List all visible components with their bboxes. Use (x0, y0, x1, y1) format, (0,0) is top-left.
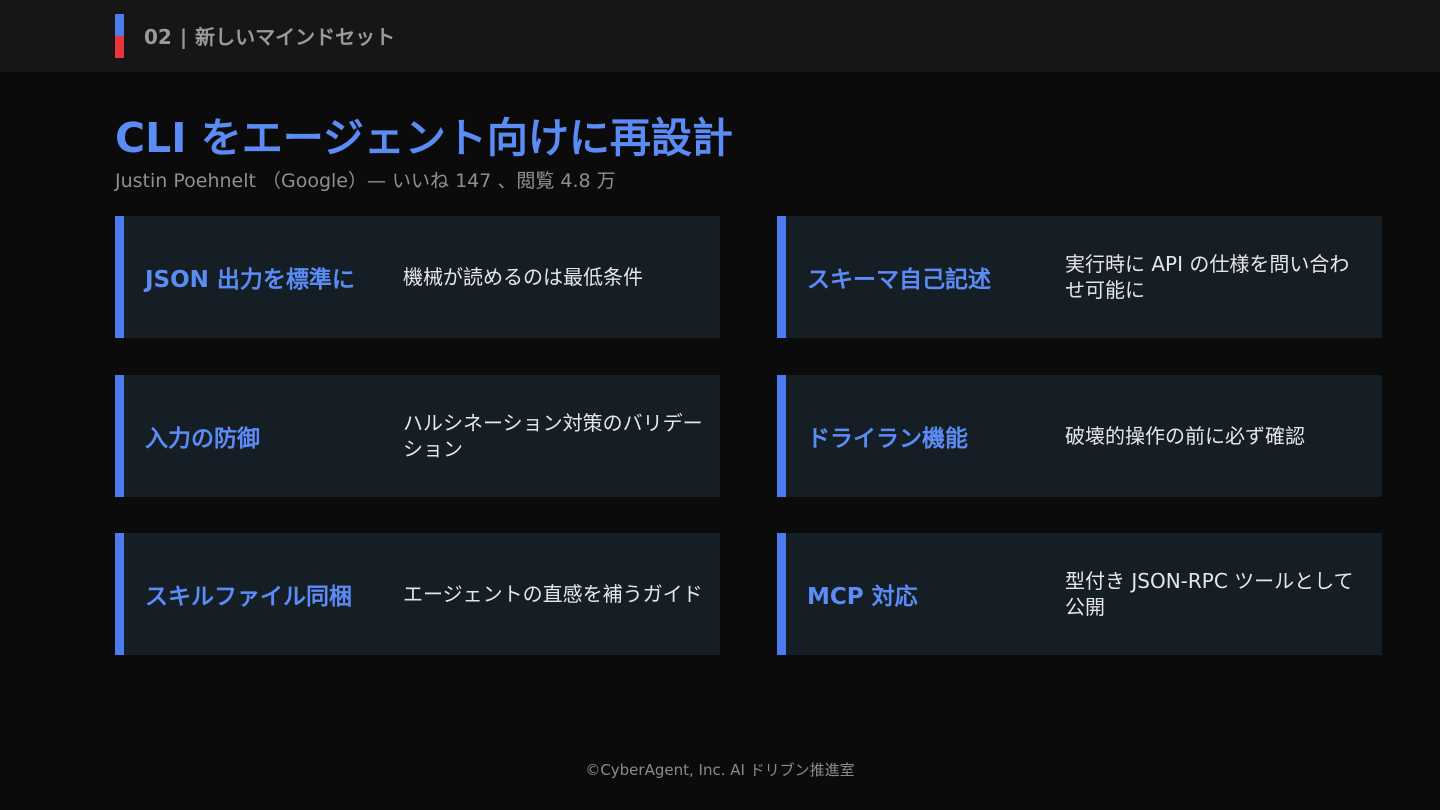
section-separator: | (179, 25, 188, 49)
section-marker-blue (115, 14, 124, 36)
card-accent-bar (115, 375, 124, 497)
card-accent-bar (777, 375, 786, 497)
card-input-defense: 入力の防御 ハルシネーション対策のバリデーション (115, 375, 720, 497)
card-accent-bar (777, 216, 786, 338)
footer-copyright: ©CyberAgent, Inc. AI ドリブン推進室 (585, 761, 855, 779)
section-title: 新しいマインドセット (195, 25, 396, 49)
card-description: ハルシネーション対策のバリデーション (403, 411, 703, 461)
card-skill-file: スキルファイル同梱 エージェントの直感を補うガイド (115, 533, 720, 655)
slide: 02 | 新しいマインドセット CLI をエージェント向けに再設計 Justin P… (0, 0, 1440, 810)
card-accent-bar (115, 216, 124, 338)
section-marker (115, 14, 124, 58)
page-title: CLI をエージェント向けに再設計 (115, 114, 733, 162)
card-dry-run: ドライラン機能 破壊的操作の前に必ず確認 (777, 375, 1382, 497)
header-bar: 02 | 新しいマインドセット (0, 0, 1440, 72)
card-accent-bar (777, 533, 786, 655)
page-subtitle: Justin Poehnelt （Google）— いいね 147 、閲覧 4.… (115, 170, 616, 192)
card-heading: JSON 出力を標準に (145, 267, 355, 293)
card-accent-bar (115, 533, 124, 655)
card-description: 破壊的操作の前に必ず確認 (1065, 424, 1305, 448)
card-heading: 入力の防御 (145, 426, 260, 452)
card-description: 機械が読めるのは最低条件 (403, 265, 643, 289)
section-number: 02 (144, 25, 172, 49)
card-description: 実行時に API の仕様を問い合わせ可能に (1065, 252, 1350, 302)
section-marker-red (115, 36, 124, 58)
card-description: エージェントの直感を補うガイド (403, 582, 703, 606)
card-heading: MCP 対応 (807, 584, 918, 610)
card-schema-self-description: スキーマ自己記述 実行時に API の仕様を問い合わせ可能に (777, 216, 1382, 338)
card-heading: スキーマ自己記述 (807, 267, 991, 293)
card-heading: スキルファイル同梱 (145, 584, 352, 610)
card-json-output: JSON 出力を標準に 機械が読めるのは最低条件 (115, 216, 720, 338)
card-mcp-support: MCP 対応 型付き JSON-RPC ツールとして公開 (777, 533, 1382, 655)
section-label: 02 | 新しいマインドセット (144, 22, 395, 52)
card-heading: ドライラン機能 (807, 426, 968, 452)
card-description: 型付き JSON-RPC ツールとして公開 (1065, 569, 1354, 619)
